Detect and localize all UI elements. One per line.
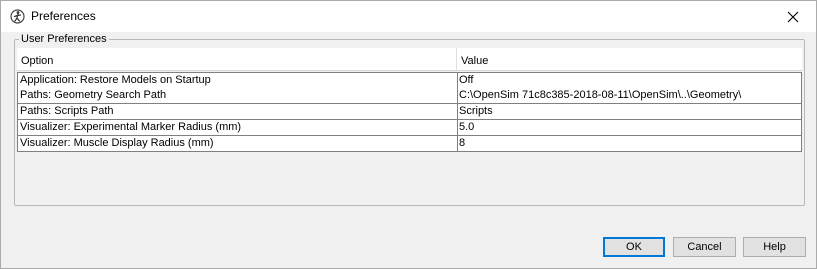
table-row[interactable]: Application: Restore Models on Startup O… [17,72,802,88]
table-header: Option Value [17,48,802,71]
value-cell[interactable]: 8 [458,136,802,151]
option-cell: Application: Restore Models on Startup [17,73,458,88]
group-title: User Preferences [19,32,109,46]
option-cell: Paths: Geometry Search Path [17,88,458,103]
help-button[interactable]: Help [743,237,806,257]
preferences-table: Option Value Application: Restore Models… [17,48,802,202]
value-cell[interactable]: Off [458,73,802,88]
preferences-dialog: Preferences User Preferences Option Valu… [0,0,817,269]
table-row[interactable]: Paths: Geometry Search Path C:\OpenSim 7… [17,88,802,104]
value-cell[interactable]: Scripts [458,104,802,119]
cancel-button[interactable]: Cancel [673,237,736,257]
value-cell[interactable]: 5.0 [458,120,802,135]
value-cell[interactable]: C:\OpenSim 71c8c385-2018-08-11\OpenSim\.… [458,88,802,103]
column-header-option[interactable]: Option [17,48,457,70]
option-cell: Visualizer: Experimental Marker Radius (… [17,120,458,135]
table-body: Application: Restore Models on Startup O… [17,72,802,152]
table-row[interactable]: Visualizer: Experimental Marker Radius (… [17,120,802,136]
user-preferences-group: User Preferences Option Value Applicatio… [14,32,805,206]
column-header-value[interactable]: Value [457,48,802,70]
window-title: Preferences [31,9,96,23]
table-row[interactable]: Visualizer: Muscle Display Radius (mm) 8 [17,136,802,152]
option-cell: Paths: Scripts Path [17,104,458,119]
option-cell: Visualizer: Muscle Display Radius (mm) [17,136,458,151]
ok-button[interactable]: OK [603,237,665,257]
close-icon [787,11,799,22]
opensim-app-icon [10,9,25,24]
table-row[interactable]: Paths: Scripts Path Scripts [17,104,802,120]
title-bar: Preferences [1,1,816,32]
close-button[interactable] [770,1,816,32]
